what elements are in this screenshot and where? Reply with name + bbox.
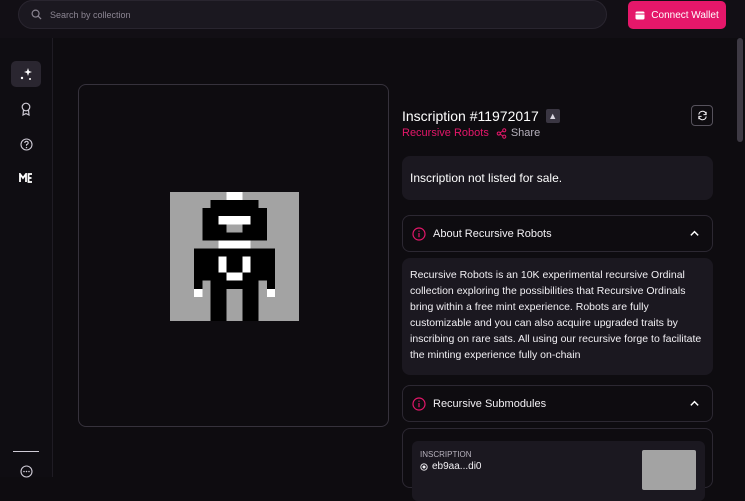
verified-badge-icon: ▲ (545, 109, 560, 123)
submodule-thumbnail (642, 450, 696, 490)
about-heading: About Recursive Robots (433, 227, 552, 240)
robot-image (170, 192, 299, 321)
sidebar-divider (13, 451, 39, 452)
radio-dot-icon (420, 462, 428, 471)
help-icon (19, 137, 33, 151)
refresh-icon (697, 110, 707, 121)
chevron-up-icon (690, 400, 699, 406)
sidebar-item-rewards[interactable] (11, 96, 41, 122)
submodule-value: eb9aa...di0 (420, 461, 482, 472)
sidebar (0, 38, 53, 478)
magic-eden-logo (19, 173, 32, 183)
search-input[interactable]: Search by collection (18, 0, 607, 29)
collection-link[interactable]: Recursive Robots (402, 127, 489, 139)
submodules-heading: Recursive Submodules (433, 397, 547, 410)
about-description: Recursive Robots is an 10K experimental … (402, 258, 713, 375)
connect-wallet-label: Connect Wallet (651, 9, 719, 21)
refresh-button[interactable] (691, 105, 713, 126)
top-bar: Search by collection Connect Wallet (0, 0, 745, 38)
search-icon (31, 9, 42, 20)
inscription-title: Inscription #11972017 ▲ (402, 108, 560, 124)
sidebar-item-home[interactable] (11, 165, 41, 191)
inscription-title-text: Inscription #11972017 (402, 108, 539, 124)
page-scrollbar[interactable] (737, 38, 743, 142)
share-icon (496, 127, 507, 139)
share-button[interactable]: Share (496, 127, 540, 139)
sidebar-item-more[interactable] (11, 458, 41, 484)
collection-row: Recursive Robots Share (402, 127, 540, 139)
info-icon (412, 396, 426, 411)
share-label: Share (510, 127, 541, 139)
connect-wallet-button[interactable]: Connect Wallet (628, 1, 726, 29)
sale-status-panel: Inscription not listed for sale. (402, 156, 713, 200)
submodules-panel: INSCRIPTION eb9aa...di0 (402, 428, 713, 501)
award-icon (21, 102, 31, 116)
submodule-label: INSCRIPTION (420, 450, 472, 459)
info-icon (412, 226, 426, 241)
search-placeholder: Search by collection (50, 9, 131, 20)
more-icon (19, 464, 33, 478)
chevron-up-icon (690, 230, 699, 236)
about-accordion-header[interactable]: About Recursive Robots (402, 215, 713, 252)
sidebar-item-help[interactable] (11, 131, 41, 157)
sidebar-item-explore[interactable] (11, 61, 41, 87)
wallet-icon (635, 11, 645, 19)
submodule-card[interactable]: INSCRIPTION eb9aa...di0 (412, 441, 705, 501)
submodule-id: eb9aa...di0 (432, 461, 482, 472)
sparkles-icon (20, 68, 32, 80)
submodules-accordion-header[interactable]: Recursive Submodules (402, 385, 713, 422)
sale-status-text: Inscription not listed for sale. (410, 171, 563, 185)
